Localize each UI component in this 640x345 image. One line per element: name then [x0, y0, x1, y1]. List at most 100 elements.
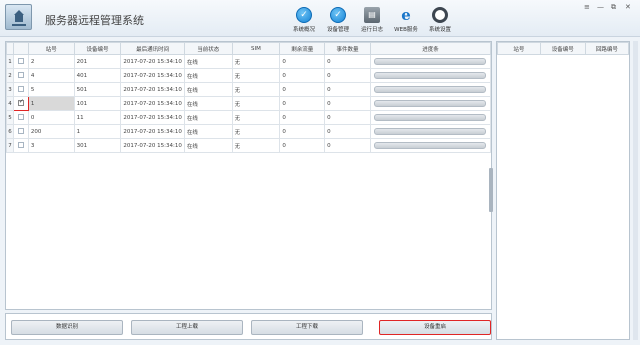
table-header-row: 站号 设备编号 回路编号 [497, 42, 629, 55]
progress-cell [369, 110, 491, 125]
checkbox[interactable] [17, 58, 24, 65]
last-comm-cell: 2017-07-20 15:34:10 [120, 54, 185, 69]
last-comm-cell: 2017-07-20 15:34:10 [120, 68, 185, 83]
col-header-traffic[interactable]: 剩余流量 [279, 42, 326, 55]
side-table: 站号 设备编号 回路编号 [497, 42, 629, 55]
sim-cell: 无 [231, 96, 281, 111]
gear-icon [432, 7, 448, 23]
progress-bar [374, 86, 487, 93]
close-icon[interactable]: ✕ [625, 3, 631, 11]
last-comm-cell: 2017-07-20 15:34:10 [120, 124, 185, 139]
col-header-status[interactable]: 当前状态 [183, 42, 233, 55]
status-cell: 在线 [183, 54, 233, 69]
station-cell: 0 [27, 110, 75, 125]
device-no-cell: 501 [73, 82, 122, 97]
status-cell: 在线 [183, 96, 233, 111]
row-checkbox[interactable] [12, 124, 29, 139]
row-number: 5 [6, 110, 14, 125]
events-cell: 0 [324, 138, 371, 153]
checkbox[interactable] [17, 98, 24, 107]
checkbox[interactable] [17, 86, 24, 93]
table-row[interactable]: 3 5 501 2017-07-20 15:34:10 在线无 0 0 [6, 82, 491, 97]
device-no-cell: 301 [73, 138, 122, 153]
table-row[interactable]: 7 3 301 2017-07-20 15:34:10 在线无 0 0 [6, 138, 491, 153]
nav-label: 系统设置 [428, 27, 451, 33]
table-header-row: 站号 设备编号 最后通讯时间 当前状态 SIM 剩余流量 事件数量 进度条 [6, 42, 491, 55]
device-no-cell: 201 [73, 54, 122, 69]
col-header-station[interactable]: 站号 [497, 42, 541, 55]
status-cell: 在线 [183, 124, 233, 139]
row-number: 6 [6, 124, 14, 139]
table-row[interactable]: 5 0 11 2017-07-20 15:34:10 在线无 0 0 [6, 110, 491, 125]
col-header-device-no[interactable]: 设备编号 [539, 42, 586, 55]
side-table-panel: 站号 设备编号 回路编号 [496, 41, 630, 340]
station-cell: 3 [27, 138, 75, 153]
traffic-cell: 0 [279, 54, 326, 69]
col-header-sim[interactable]: SIM [231, 42, 281, 55]
table-row[interactable]: 2 4 401 2017-07-20 15:34:10 在线无 0 0 [6, 68, 491, 83]
vertical-scrollbar[interactable] [489, 168, 493, 212]
minimize-icon[interactable]: — [597, 3, 604, 11]
col-header-check[interactable] [12, 42, 29, 55]
progress-bar [374, 72, 487, 79]
progress-cell [369, 124, 491, 139]
status-cell: 在线 [183, 68, 233, 83]
table-row[interactable]: 6 200 1 2017-07-20 15:34:10 在线无 0 0 [6, 124, 491, 139]
table-row[interactable]: 1 2 201 2017-07-20 15:34:10 在线无 0 0 [6, 54, 491, 69]
row-checkbox[interactable] [12, 68, 29, 83]
progress-cell [369, 82, 491, 97]
station-cell: 1 [27, 96, 75, 111]
sim-cell: 无 [231, 138, 281, 153]
project-upload-button[interactable]: 工程上载 [131, 320, 243, 335]
col-header-station[interactable]: 站号 [27, 42, 75, 55]
last-comm-cell: 2017-07-20 15:34:10 [120, 82, 185, 97]
progress-cell [369, 96, 491, 111]
action-bar: 数据识别 工程上载 工程下载 设备重启 [5, 313, 492, 340]
col-header-loop-no[interactable]: 回路编号 [584, 42, 629, 55]
traffic-cell: 0 [279, 124, 326, 139]
project-download-button[interactable]: 工程下载 [251, 320, 363, 335]
progress-cell [369, 54, 491, 69]
checkbox[interactable] [17, 114, 24, 121]
restore-icon[interactable]: ⧉ [611, 3, 616, 12]
events-cell: 0 [324, 82, 371, 97]
progress-bar [374, 114, 487, 121]
row-checkbox[interactable] [12, 110, 29, 125]
col-header-device-no[interactable]: 设备编号 [73, 42, 122, 55]
data-recognize-button[interactable]: 数据识别 [11, 320, 123, 335]
traffic-cell: 0 [279, 82, 326, 97]
row-checkbox[interactable] [12, 138, 29, 153]
row-number: 4 [6, 96, 14, 111]
row-checkbox[interactable] [12, 54, 29, 69]
device-restart-button[interactable]: 设备重启 [379, 320, 491, 335]
checkbox[interactable] [17, 72, 24, 79]
checkbox[interactable] [17, 128, 24, 135]
status-cell: 在线 [183, 82, 233, 97]
row-checkbox[interactable] [12, 82, 29, 97]
web-e-icon: e [401, 6, 411, 24]
col-header-last-comm[interactable]: 最后通讯时间 [120, 42, 185, 55]
app-logo-icon [5, 4, 32, 30]
traffic-cell: 0 [279, 110, 326, 125]
check-circle-icon: ✓ [330, 7, 346, 23]
last-comm-cell: 2017-07-20 15:34:10 [120, 110, 185, 125]
sim-cell: 无 [231, 54, 281, 69]
col-header-rownum [6, 42, 14, 55]
col-header-progress[interactable]: 进度条 [369, 42, 491, 55]
row-checkbox[interactable] [12, 96, 29, 111]
sim-cell: 无 [231, 124, 281, 139]
events-cell: 0 [324, 96, 371, 111]
nav-system-settings-button[interactable]: 系统设置 [420, 7, 460, 35]
progress-bar [374, 100, 487, 107]
row-number: 3 [6, 82, 14, 97]
device-no-cell: 101 [73, 96, 122, 111]
table-row[interactable]: 411012017-07-20 15:34:10在线无00 [6, 96, 491, 111]
app-title: 服务器远程管理系统 [45, 14, 144, 27]
checkbox[interactable] [17, 142, 24, 149]
menu-icon[interactable]: ≡ [584, 3, 590, 11]
col-header-events[interactable]: 事件数量 [324, 42, 371, 55]
sim-cell: 无 [231, 68, 281, 83]
row-number: 1 [6, 54, 14, 69]
row-number: 7 [6, 138, 14, 153]
progress-cell [369, 68, 491, 83]
